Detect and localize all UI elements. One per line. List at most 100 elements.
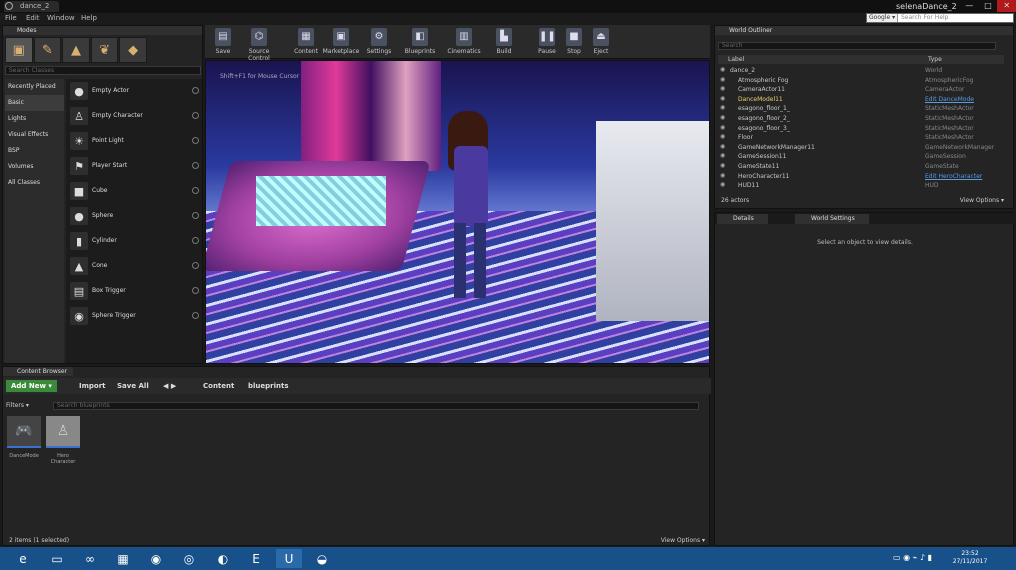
asset-hero-character[interactable]: ♙ Hero Character — [45, 415, 81, 469]
geometry-mode-icon[interactable]: ◆ — [119, 37, 147, 63]
table-row[interactable]: ◉ GameSession11 GameSession — [718, 152, 1008, 161]
category-bsp[interactable]: BSP — [5, 143, 64, 159]
ie-icon[interactable]: e — [10, 549, 36, 568]
visibility-eye-icon[interactable]: ◉ — [720, 172, 727, 179]
col-label[interactable]: Label — [728, 55, 744, 64]
table-row[interactable]: ◉ esagono_floor_3_ StaticMeshActor — [718, 124, 1008, 133]
cinematics-button[interactable]: ▥ Cinematics — [447, 27, 481, 57]
epic-icon[interactable]: E — [243, 549, 269, 568]
visibility-eye-icon[interactable]: ◉ — [720, 105, 727, 111]
maximize-button[interactable]: □ — [979, 0, 998, 12]
content-button[interactable]: ▦ Content — [290, 27, 322, 57]
firefox-icon[interactable]: ◉ — [143, 549, 169, 568]
list-item[interactable]: ♙ Empty Character — [66, 104, 202, 128]
visibility-eye-icon[interactable]: ◉ — [720, 95, 727, 102]
list-item[interactable]: ☀ Point Light — [66, 129, 202, 153]
visibility-eye-icon[interactable]: ◉ — [720, 134, 727, 140]
list-item[interactable]: ● Empty Actor — [66, 79, 202, 103]
table-row[interactable]: ◉ HUD11 HUD — [718, 181, 1008, 190]
visibility-eye-icon[interactable]: ◉ — [720, 163, 727, 169]
gimp-icon[interactable]: ◒ — [309, 549, 335, 568]
category-lights[interactable]: Lights — [5, 111, 64, 127]
list-item[interactable]: ▮ Cylinder — [66, 229, 202, 253]
filters-button[interactable]: Filters ▾ — [6, 401, 29, 411]
add-new-button[interactable]: Add New ▾ — [6, 380, 57, 392]
world-outliner-tab[interactable]: World Outliner — [715, 26, 1013, 35]
list-item[interactable]: ■ Cube — [66, 179, 202, 203]
table-row[interactable]: ◉ Atmospheric Fog AtmosphericFog — [718, 76, 1008, 85]
visibility-eye-icon[interactable]: ◉ — [720, 115, 727, 121]
import-button[interactable]: Import — [79, 380, 106, 392]
table-row[interactable]: ◉ esagono_floor_2_ StaticMeshActor — [718, 114, 1008, 123]
list-item[interactable]: ◉ Sphere Trigger — [66, 304, 202, 328]
visibility-eye-icon[interactable]: ◉ — [720, 143, 727, 150]
category-volumes[interactable]: Volumes — [5, 159, 64, 175]
paint-mode-icon[interactable]: ✎ — [33, 37, 62, 63]
list-item[interactable]: ● Sphere — [66, 204, 202, 228]
table-row[interactable]: ◉ Floor StaticMeshActor — [718, 133, 1008, 142]
visibility-eye-icon[interactable]: ◉ — [720, 153, 727, 159]
category-visual-effects[interactable]: Visual Effects — [5, 127, 64, 143]
app4-icon[interactable]: ▦ — [110, 549, 136, 568]
menu-file[interactable]: File — [5, 14, 17, 22]
table-row[interactable]: ◉ HeroCharacter11 Edit HeroCharacter — [718, 172, 1008, 181]
blueprints-button[interactable]: ◧ Blueprints — [404, 27, 436, 57]
vs-icon[interactable]: ∞ — [77, 549, 103, 568]
table-row[interactable]: ◉ DanceModel11 Edit DanceMode — [718, 95, 1008, 104]
menu-window[interactable]: Window — [47, 14, 75, 22]
list-item[interactable]: ▤ Box Trigger — [66, 279, 202, 303]
actor-type-link[interactable]: Edit DanceMode — [925, 95, 974, 104]
system-clock[interactable]: 23:52 27/11/2017 — [940, 550, 1000, 566]
search-engine-dropdown[interactable]: Google ▾ — [867, 14, 899, 22]
table-row[interactable]: ◉ GameState11 GameState — [718, 162, 1008, 171]
landscape-mode-icon[interactable]: ▲ — [62, 37, 90, 63]
nvidia-icon[interactable]: ◎ — [176, 549, 202, 568]
visibility-eye-icon[interactable]: ◉ — [720, 76, 727, 83]
marketplace-button[interactable]: ▣ Marketplace — [323, 27, 359, 57]
table-row[interactable]: ◉ GameNetworkManager11 GameNetworkManager — [718, 143, 1008, 152]
explorer-icon[interactable]: ▭ — [44, 549, 70, 568]
menu-help[interactable]: Help — [81, 14, 97, 22]
blender-icon[interactable]: ◐ — [210, 549, 236, 568]
tab-world-settings[interactable]: World Settings — [795, 214, 869, 224]
unreal-icon[interactable]: U — [276, 549, 302, 568]
actor-type-link[interactable]: Edit HeroCharacter — [925, 172, 982, 181]
outliner-search-input[interactable]: Search — [718, 42, 996, 50]
settings-button[interactable]: ⚙ Settings — [363, 27, 395, 57]
save-button[interactable]: ▤ Save — [207, 27, 239, 57]
visibility-eye-icon[interactable]: ◉ — [720, 124, 727, 131]
minimize-button[interactable]: — — [960, 0, 979, 12]
list-item[interactable]: ▲ Cone — [66, 254, 202, 278]
content-browser-tab[interactable]: Content Browser — [3, 367, 73, 376]
build-button[interactable]: ▙ Build — [488, 27, 520, 57]
history-back-icon[interactable]: ◀ ▶ — [163, 380, 176, 392]
category-recently-placed[interactable]: Recently Placed — [5, 79, 64, 95]
list-item[interactable]: ⚑ Player Start — [66, 154, 202, 178]
eject-button[interactable]: ⏏ Eject — [585, 27, 617, 57]
category-basic[interactable]: Basic — [5, 95, 64, 111]
foliage-mode-icon[interactable]: ❦ — [90, 37, 119, 63]
help-search[interactable]: Google ▾ Search For Help — [866, 13, 1014, 23]
visibility-eye-icon[interactable]: ◉ — [720, 67, 727, 73]
breadcrumb-content[interactable]: Content — [203, 380, 234, 392]
level-viewport[interactable]: Shift+F1 for Mouse Cursor — [205, 60, 710, 364]
content-view-options[interactable]: View Options ▾ — [661, 535, 705, 546]
table-row[interactable]: ◉ dance_2 World — [718, 66, 1008, 75]
category-all-classes[interactable]: All Classes — [5, 175, 64, 191]
table-row[interactable]: ◉ CameraActor11 CameraActor — [718, 85, 1008, 94]
visibility-eye-icon[interactable]: ◉ — [720, 182, 727, 188]
modes-tab[interactable]: Modes — [3, 26, 202, 35]
tab-details[interactable]: Details — [717, 214, 768, 224]
visibility-eye-icon[interactable]: ◉ — [720, 86, 727, 92]
menu-edit[interactable]: Edit — [26, 14, 40, 22]
content-search-input[interactable]: Search blueprints — [53, 402, 699, 410]
outliner-view-options[interactable]: View Options ▾ — [960, 196, 1004, 206]
save-all-button[interactable]: Save All — [117, 380, 149, 392]
col-type[interactable]: Type — [928, 55, 942, 64]
asset-dancemode[interactable]: 🎮 DanceMode — [6, 415, 42, 469]
search-classes-input[interactable]: Search Classes — [5, 66, 201, 75]
table-row[interactable]: ◉ esagono_floor_1_ StaticMeshActor — [718, 104, 1008, 113]
source-control-button[interactable]: ⌬ Source Control — [243, 27, 275, 62]
close-button[interactable]: ✕ — [997, 0, 1016, 12]
place-mode-icon[interactable]: ▣ — [5, 37, 33, 63]
